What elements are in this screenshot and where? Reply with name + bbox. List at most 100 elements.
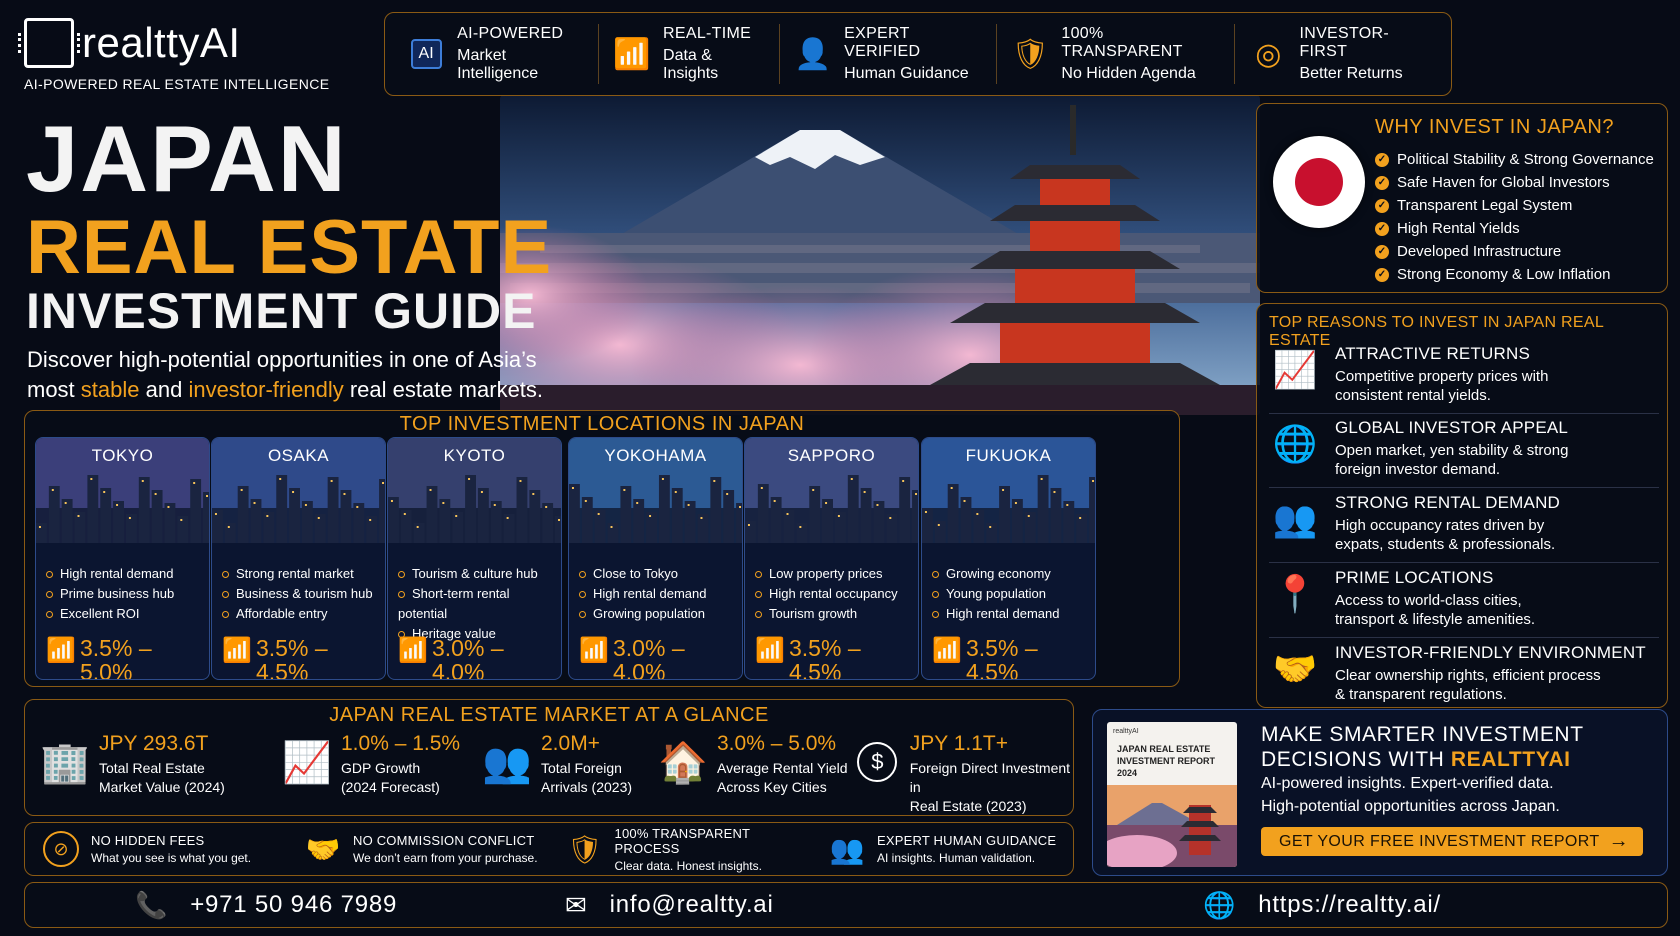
why-item: ✓ Safe Haven for Global Investors: [1375, 171, 1654, 194]
city-point: Short-term rental potential: [398, 584, 561, 624]
title-real-estate: REAL ESTATE: [26, 205, 553, 290]
contact-website[interactable]: 🌐 https://realtty.ai/: [1203, 890, 1441, 921]
market-glance-panel: JAPAN REAL ESTATE MARKET AT A GLANCE 🏢 J…: [24, 699, 1074, 816]
stat-rental-yield: 🏠 3.0% – 5.0% Average Rental Yield Across …: [658, 732, 848, 795]
why-item: ✓ Strong Economy & Low Inflation: [1375, 263, 1654, 286]
why-invest-panel: WHY INVEST IN JAPAN? ✓ Political Stabilit…: [1256, 103, 1668, 293]
city-yield: 📶 3.5% – 4.5%Rental Yield: [222, 635, 328, 680]
city-point: Tourism & culture hub: [398, 564, 561, 584]
target-icon: ◎: [1255, 37, 1282, 71]
bar-chart-icon: 📶: [398, 637, 428, 664]
check-icon: ✓: [1375, 221, 1389, 236]
city-card-yokohama[interactable]: YOKOHAMA Close to Tokyo High rental dema…: [568, 437, 743, 680]
contact-phone[interactable]: 📞 +971 50 946 7989: [135, 890, 397, 921]
bar-chart-icon: 📶: [755, 637, 785, 664]
city-card-osaka[interactable]: OSAKA Strong rental market Business & to…: [211, 437, 386, 680]
city-yield: 📶 3.5% – 4.5%Rental Yield: [755, 635, 861, 680]
city-yield: 📶 3.5% – 5.0%Rental Yield: [46, 635, 152, 680]
bar-chart-icon: 📶: [579, 637, 609, 664]
dollar-icon: $: [855, 732, 900, 792]
promise-expert: 👥 EXPERT HUMAN GUIDANCE AI insights. Huma…: [829, 833, 1057, 865]
city-point: Affordable entry: [222, 604, 373, 624]
city-point: High rental occupancy: [755, 584, 898, 604]
reason-investor-friendly: 🤝 INVESTOR-FRIENDLY ENVIRONMENT Clear own…: [1269, 643, 1659, 713]
city-card-kyoto[interactable]: KYOTO Tourism & culture hub Short-term r…: [387, 437, 562, 680]
contact-footer: 📞 +971 50 946 7989 ✉ info@realtty.ai 🌐 http…: [24, 882, 1668, 928]
japan-flag-icon: [1273, 136, 1365, 228]
ai-chip-logo-icon: [18, 18, 80, 68]
city-point: High rental demand: [932, 604, 1059, 624]
city-yield: 📶 3.0% – 4.0%Rental Yield: [579, 635, 685, 680]
feature-expert-verified: 👤 EXPERT VERIFIED Human Guidance: [780, 24, 998, 84]
city-point: Tourism growth: [755, 604, 898, 624]
city-point: Prime business hub: [46, 584, 174, 604]
promise-no-fees: ⊘ NO HIDDEN FEES What you see is what you…: [25, 831, 287, 867]
bar-chart-icon: 📶: [46, 637, 76, 664]
brand: realttyAI AI-POWERED REAL ESTATE INTELLI…: [18, 18, 354, 92]
city-card-tokyo[interactable]: TOKYO High rental demand Prime business …: [35, 437, 210, 680]
handshake-icon: 🤝: [1272, 648, 1318, 689]
report-cover-image: [1107, 785, 1237, 867]
city-point: Young population: [932, 584, 1059, 604]
city-point: Strong rental market: [222, 564, 373, 584]
phone-icon: 📞: [135, 889, 169, 920]
hero-subtitle: Discover high-potential opportunities in…: [27, 347, 544, 402]
why-invest-title: WHY INVEST IN JAPAN?: [1375, 116, 1614, 138]
growth-chart-icon: 📈: [1272, 349, 1318, 390]
why-item: ✓ Transparent Legal System: [1375, 194, 1654, 217]
city-name: SAPPORO: [787, 446, 876, 465]
city-point: Business & tourism hub: [222, 584, 373, 604]
city-card-fukuoka[interactable]: FUKUOKA Growing economy Young population…: [921, 437, 1096, 680]
city-name: YOKOHAMA: [604, 446, 707, 465]
ai-chip-icon: AI: [405, 32, 447, 76]
city-name: FUKUOKA: [965, 446, 1052, 465]
city-point: Excellent ROI: [46, 604, 174, 624]
why-item: ✓ Political Stability & Strong Governance: [1375, 148, 1654, 171]
bar-chart-icon: 📶: [932, 637, 962, 664]
check-icon: ✓: [1375, 267, 1389, 282]
expert-people-icon: 👥: [829, 833, 865, 865]
reason-prime-locations: 📍 PRIME LOCATIONS Access to world-class c…: [1269, 568, 1659, 638]
check-icon: ✓: [1375, 175, 1389, 190]
globe-icon: 🌐: [1272, 423, 1318, 464]
cta-panel: realttyAI JAPAN REAL ESTATE INVESTMENT RE…: [1092, 709, 1668, 876]
top-reasons-panel: TOP REASONS TO INVEST IN JAPAN REAL ESTA…: [1256, 303, 1668, 708]
feature-ai-powered: AI AI-POWERED Market Intelligence: [393, 24, 599, 84]
city-point: Growing economy: [932, 564, 1059, 584]
city-name: OSAKA: [267, 446, 330, 465]
globe-icon: 🌐: [1203, 889, 1237, 920]
stat-gdp-growth: 📈 1.0% – 1.5% GDP Growth (2024 Forecast): [282, 732, 461, 795]
contact-email[interactable]: ✉ info@realtty.ai: [565, 890, 774, 921]
reason-attractive-returns: 📈 ATTRACTIVE RETURNS Competitive property…: [1269, 344, 1659, 414]
feature-real-time: 📶 REAL-TIME Data & Insights: [599, 24, 780, 84]
no-fees-icon: ⊘: [43, 831, 79, 867]
city-point: High rental demand: [579, 584, 706, 604]
stat-foreign-arrivals: 👥 2.0M+ Total Foreign Arrivals (2023): [482, 732, 633, 795]
brand-name: realttyAI: [82, 19, 241, 66]
bar-chart-icon: 📶: [613, 37, 651, 71]
cta-description: AI-powered insights. Expert-verified dat…: [1261, 775, 1560, 815]
city-card-sapporo[interactable]: SAPPORO Low property prices High rental …: [744, 437, 919, 680]
check-icon: ✓: [1375, 198, 1389, 213]
promise-no-commission: 🤝 NO COMMISSION CONFLICT We don’t earn fr…: [305, 833, 538, 865]
report-cover[interactable]: realttyAI JAPAN REAL ESTATE INVESTMENT RE…: [1107, 722, 1237, 867]
reason-rental-demand: 👥 STRONG RENTAL DEMAND High occupancy rat…: [1269, 493, 1659, 563]
house-icon: 🏠: [658, 740, 708, 785]
glance-title: JAPAN REAL ESTATE MARKET AT A GLANCE: [329, 704, 769, 726]
feature-bar: AI AI-POWERED Market Intelligence 📶 REAL-…: [384, 12, 1452, 96]
city-point: Growing population: [579, 604, 706, 624]
city-point: High rental demand: [46, 564, 174, 584]
free-report-button[interactable]: GET YOUR FREE INVESTMENT REPORT →: [1261, 827, 1643, 856]
stat-market-value: 🏢 JPY 293.6T Total Real Estate Market Valu…: [40, 732, 225, 795]
buildings-icon: 🏢: [40, 740, 90, 785]
people-icon: 👥: [1272, 498, 1318, 539]
brand-tagline: AI-POWERED REAL ESTATE INTELLIGENCE: [24, 76, 330, 92]
promise-transparent: 🛡 100% TRANSPARENT PROCESS Clear data. Ho…: [567, 825, 762, 873]
feature-investor-first: ◎ INVESTOR-FIRST Better Returns: [1235, 24, 1443, 84]
cta-heading: MAKE SMARTER INVESTMENT DECISIONS WITH RE…: [1261, 723, 1584, 771]
feature-transparent: 🛡 100% TRANSPARENT No Hidden Agenda: [997, 24, 1236, 84]
mail-icon: ✉: [565, 889, 588, 920]
stat-fdi: $ JPY 1.1T+ Foreign Direct Investment in R…: [855, 732, 1073, 814]
city-name: KYOTO: [443, 446, 506, 465]
check-icon: ✓: [1375, 244, 1389, 259]
